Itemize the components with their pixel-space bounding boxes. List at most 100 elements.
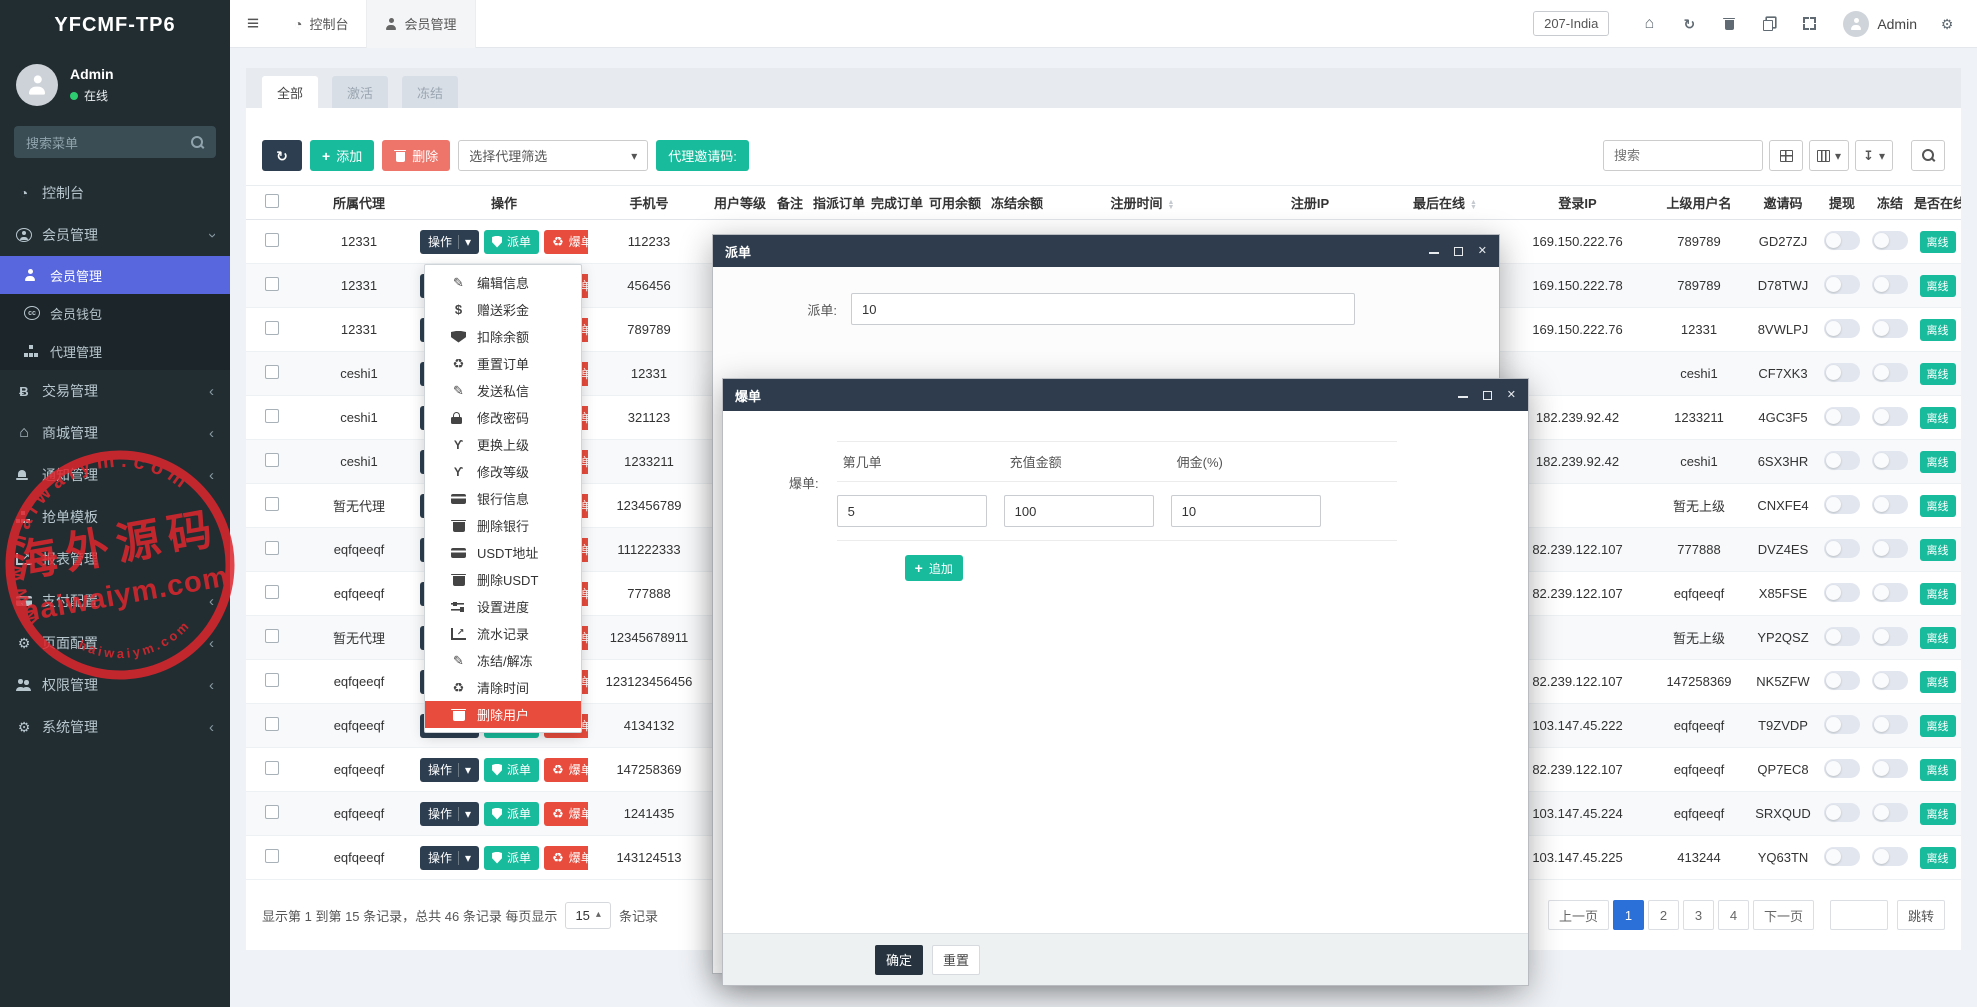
dispatch-count-input[interactable] <box>851 293 1355 325</box>
row-dispatch-button[interactable]: 派单 <box>484 802 539 826</box>
column-header[interactable]: 手机号 <box>588 186 710 220</box>
dropdown-item[interactable]: 扣除余额 <box>425 323 581 350</box>
freeze-toggle[interactable] <box>1872 231 1908 250</box>
columns-button[interactable] <box>1809 140 1849 171</box>
row-checkbox[interactable] <box>265 717 279 731</box>
dropdown-item[interactable]: 设置进度 <box>425 593 581 620</box>
row-checkbox[interactable] <box>265 585 279 599</box>
dropdown-item[interactable]: 流水记录 <box>425 620 581 647</box>
dropdown-item[interactable]: 修改密码 <box>425 404 581 431</box>
row-checkbox[interactable] <box>265 629 279 643</box>
reset-button[interactable]: 重置 <box>932 945 980 975</box>
withdraw-toggle[interactable] <box>1824 847 1860 866</box>
freeze-toggle[interactable] <box>1872 715 1908 734</box>
row-op-button[interactable]: 操作 <box>420 758 479 782</box>
minimize-icon[interactable] <box>1429 252 1439 254</box>
withdraw-toggle[interactable] <box>1824 583 1860 602</box>
freeze-toggle[interactable] <box>1872 539 1908 558</box>
sidebar-item-system[interactable]: 系统管理‹ <box>0 706 230 748</box>
dropdown-item[interactable]: 赠送彩金 <box>425 296 581 323</box>
column-header[interactable]: 操作 <box>420 186 588 220</box>
withdraw-toggle[interactable] <box>1824 759 1860 778</box>
column-header[interactable]: 完成订单 <box>868 186 926 220</box>
freeze-toggle[interactable] <box>1872 627 1908 646</box>
burst-recharge-input[interactable] <box>1004 495 1154 527</box>
freeze-toggle[interactable] <box>1872 495 1908 514</box>
withdraw-toggle[interactable] <box>1824 451 1860 470</box>
delete-button[interactable]: 删除 <box>382 140 450 171</box>
row-checkbox[interactable] <box>265 761 279 775</box>
select-all-header[interactable] <box>246 186 298 220</box>
filter-tab[interactable]: 冻结 <box>402 76 458 108</box>
dropdown-item[interactable]: 清除时间 <box>425 674 581 701</box>
sidebar-item-order-template[interactable]: 抢单模板 <box>0 496 230 538</box>
home-icon[interactable] <box>1629 16 1669 32</box>
freeze-toggle[interactable] <box>1872 583 1908 602</box>
sidebar-item-page-config[interactable]: 页面配置‹ <box>0 622 230 664</box>
dispatch-modal-titlebar[interactable]: 派单 <box>713 235 1499 267</box>
dropdown-item[interactable]: USDT地址 <box>425 539 581 566</box>
freeze-toggle[interactable] <box>1872 407 1908 426</box>
burst-modal-titlebar[interactable]: 爆单 <box>723 379 1528 411</box>
withdraw-toggle[interactable] <box>1824 319 1860 338</box>
row-dispatch-button[interactable]: 派单 <box>484 846 539 870</box>
page-button[interactable]: 4 <box>1718 900 1749 930</box>
row-burst-button[interactable]: 爆单 <box>544 758 588 782</box>
sort-icon[interactable] <box>1168 200 1175 210</box>
sidebar-item-payment-config[interactable]: 支付配置‹ <box>0 580 230 622</box>
sidebar-item-agent-management[interactable]: 代理管理 <box>0 332 230 370</box>
row-checkbox[interactable] <box>265 849 279 863</box>
toggle-view-button[interactable] <box>1769 140 1803 171</box>
withdraw-toggle[interactable] <box>1824 495 1860 514</box>
dropdown-item[interactable]: 银行信息 <box>425 485 581 512</box>
select-all-checkbox[interactable] <box>265 194 279 208</box>
export-button[interactable] <box>1855 140 1893 171</box>
row-burst-button[interactable]: 爆单 <box>544 846 588 870</box>
column-header[interactable]: 所属代理 <box>298 186 420 220</box>
freeze-toggle[interactable] <box>1872 671 1908 690</box>
withdraw-toggle[interactable] <box>1824 231 1860 250</box>
page-button[interactable]: 3 <box>1683 900 1714 930</box>
dropdown-item[interactable]: 发送私信 <box>425 377 581 404</box>
column-header[interactable]: 提现 <box>1818 186 1866 220</box>
burst-order-no-input[interactable] <box>837 495 987 527</box>
column-header[interactable]: 登录IP <box>1505 186 1650 220</box>
withdraw-toggle[interactable] <box>1824 803 1860 822</box>
column-header[interactable]: 用户等级 <box>710 186 770 220</box>
freeze-toggle[interactable] <box>1872 275 1908 294</box>
row-checkbox[interactable] <box>265 409 279 423</box>
expand-icon[interactable] <box>1789 17 1829 30</box>
row-op-button[interactable]: 操作 <box>420 802 479 826</box>
row-checkbox[interactable] <box>265 321 279 335</box>
row-checkbox[interactable] <box>265 453 279 467</box>
maximize-icon[interactable] <box>1454 247 1463 256</box>
freeze-toggle[interactable] <box>1872 759 1908 778</box>
confirm-button[interactable]: 确定 <box>875 945 923 975</box>
sidebar-item-notify[interactable]: 通知管理‹ <box>0 454 230 496</box>
sidebar-item-members[interactable]: 会员管理 <box>0 256 230 294</box>
copy-icon[interactable] <box>1749 17 1789 31</box>
burst-commission-input[interactable] <box>1171 495 1321 527</box>
jump-button[interactable]: 跳转 <box>1897 900 1945 930</box>
column-header[interactable]: 冻结余额 <box>984 186 1050 220</box>
close-icon[interactable] <box>1478 246 1487 257</box>
column-header[interactable]: 邀请码 <box>1748 186 1818 220</box>
row-checkbox[interactable] <box>265 365 279 379</box>
freeze-toggle[interactable] <box>1872 363 1908 382</box>
column-header[interactable]: 注册时间 <box>1050 186 1235 220</box>
row-checkbox[interactable] <box>265 541 279 555</box>
dropdown-item[interactable]: 重置订单 <box>425 350 581 377</box>
freeze-toggle[interactable] <box>1872 451 1908 470</box>
per-page-select[interactable]: 15 <box>565 902 611 929</box>
withdraw-toggle[interactable] <box>1824 715 1860 734</box>
trash-icon[interactable] <box>1709 18 1749 30</box>
navbar-user-name[interactable]: Admin <box>1877 16 1917 32</box>
row-checkbox[interactable] <box>265 805 279 819</box>
dropdown-item[interactable]: 更换上级 <box>425 431 581 458</box>
next-page-button[interactable]: 下一页 <box>1753 900 1814 930</box>
sidebar-search-input[interactable]: 搜索菜单 <box>14 126 216 158</box>
filter-tab[interactable]: 激活 <box>332 76 388 108</box>
minimize-icon[interactable] <box>1458 396 1468 398</box>
column-header[interactable]: 是否在线 <box>1914 186 1961 220</box>
row-dispatch-button[interactable]: 派单 <box>484 230 539 254</box>
